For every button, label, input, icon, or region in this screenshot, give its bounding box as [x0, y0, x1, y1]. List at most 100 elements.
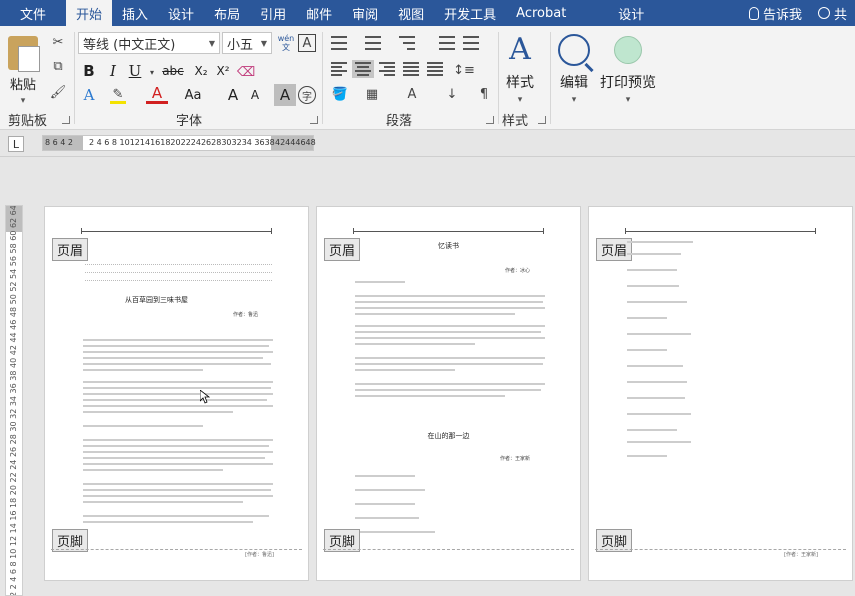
print-preview-icon [614, 36, 642, 64]
text-line [83, 405, 273, 407]
tab-file[interactable]: 文件 [0, 0, 66, 26]
text-line [355, 503, 415, 505]
underline-button[interactable]: U [124, 60, 146, 82]
subscript-button[interactable]: X₂ [190, 60, 212, 82]
chevron-down-icon: ▾ [20, 96, 26, 106]
multilevel-list-icon[interactable] [396, 34, 418, 52]
decrease-indent-icon[interactable] [436, 34, 458, 52]
copy-icon[interactable]: ⧉ [50, 58, 66, 74]
tab-header-footer-design[interactable]: 设计 [602, 0, 660, 26]
chevron-down-icon: ▼ [260, 38, 267, 48]
chinese-layout-icon[interactable]: A [404, 86, 420, 102]
document-page[interactable]: 页眉 页脚 [作者：王家新] [588, 206, 853, 581]
text-line [83, 457, 265, 459]
font-size-combo[interactable]: 小五 ▼ [222, 32, 272, 54]
distributed-icon[interactable] [424, 60, 446, 78]
editing-button[interactable]: 编辑 ▾ [558, 34, 590, 105]
ruler-right-numbers: 42444648 [275, 138, 316, 147]
sort-icon[interactable]: ↓ [444, 86, 460, 102]
character-border-icon[interactable]: A [298, 34, 316, 52]
text-line [627, 269, 677, 271]
cut-icon[interactable]: ✂ [50, 34, 66, 50]
text-line [83, 369, 203, 371]
text-line [627, 429, 677, 431]
bold-button[interactable]: B [78, 60, 100, 82]
font-color-button[interactable]: A [146, 84, 168, 104]
tab-design[interactable]: 设计 [158, 0, 204, 26]
tab-developer[interactable]: 开发工具 [434, 0, 506, 26]
enclose-characters-icon[interactable]: 字 [298, 86, 316, 104]
text-line [83, 445, 269, 447]
text-line [627, 455, 667, 457]
share-button[interactable]: 共 [810, 4, 855, 23]
text-line [83, 425, 203, 427]
align-right-icon[interactable] [376, 60, 398, 78]
text-line [83, 357, 263, 359]
text-line [355, 331, 541, 333]
borders-icon[interactable]: ▦ [364, 86, 380, 102]
styles-launcher-icon[interactable] [538, 116, 546, 124]
document-workspace[interactable]: 页眉 从百草园到三味书屋 作者：鲁迅 页脚 [作者：鲁迅] 页眉 忆读书 作者：… [26, 158, 855, 596]
tab-acrobat[interactable]: Acrobat [506, 0, 576, 26]
align-left-icon[interactable] [328, 60, 350, 78]
header-tag[interactable]: 页眉 [52, 238, 89, 261]
justify-icon[interactable] [400, 60, 422, 78]
text-line [355, 295, 545, 297]
strikethrough-button[interactable]: abc [158, 60, 188, 82]
tab-references[interactable]: 引用 [250, 0, 296, 26]
text-line [355, 301, 543, 303]
highlight-color-icon[interactable]: ✎ [110, 87, 126, 104]
show-marks-icon[interactable]: ¶ [476, 86, 492, 102]
phonetic-guide-icon[interactable]: wén 文 [276, 32, 296, 54]
clear-formatting-icon[interactable]: ⌫ [237, 64, 255, 80]
shading-icon[interactable]: 🪣 [332, 86, 348, 102]
tab-view[interactable]: 视图 [388, 0, 434, 26]
vertical-ruler[interactable]: 2 2 4 6 8 10 12 14 16 18 20 22 24 26 28 … [5, 205, 23, 596]
document-page[interactable]: 页眉 从百草园到三味书屋 作者：鲁迅 页脚 [作者：鲁迅] [44, 206, 309, 581]
footer-line [323, 549, 574, 550]
font-launcher-icon[interactable] [310, 116, 318, 124]
styles-button[interactable]: A 样式 ▾ [506, 32, 534, 105]
text-line [355, 281, 405, 283]
tab-mailings[interactable]: 邮件 [296, 0, 342, 26]
numbering-icon[interactable] [362, 34, 384, 52]
text-line [355, 307, 545, 309]
text-line [355, 337, 545, 339]
text-line [83, 381, 273, 383]
text-line [83, 463, 273, 465]
bullets-icon[interactable] [328, 34, 350, 52]
font-name-combo[interactable]: 等线 (中文正文) ▼ [78, 32, 220, 54]
grow-font-button[interactable]: A [222, 84, 244, 106]
page-author: 作者：鲁迅 [232, 312, 258, 318]
tell-me-button[interactable]: 告诉我 [741, 4, 810, 23]
print-preview-button[interactable]: 打印预览 ▾ [600, 36, 656, 105]
document-page[interactable]: 页眉 忆读书 作者：冰心 在山的那一边 作者：王家新 页脚 [316, 206, 581, 581]
text-line [627, 333, 691, 335]
page-title: 忆读书 [438, 242, 459, 250]
text-line [83, 339, 273, 341]
tab-layout[interactable]: 布局 [204, 0, 250, 26]
italic-button[interactable]: I [102, 60, 124, 82]
clipboard-launcher-icon[interactable] [62, 116, 70, 124]
chevron-down-icon: ▼ [208, 38, 215, 48]
line-spacing-icon[interactable]: ↕≡ [452, 62, 476, 78]
superscript-button[interactable]: X² [212, 60, 234, 82]
format-painter-icon[interactable]: 🖌 [50, 84, 67, 100]
text-line [83, 387, 271, 389]
text-line [627, 241, 693, 243]
align-center-icon[interactable] [352, 60, 374, 78]
text-effects-button[interactable]: A [78, 84, 100, 106]
paragraph-launcher-icon[interactable] [486, 116, 494, 124]
paste-button[interactable]: 粘贴 ▾ [8, 36, 40, 106]
paste-label: 粘贴 [9, 78, 36, 93]
shrink-font-button[interactable]: A [244, 84, 266, 106]
tab-insert[interactable]: 插入 [112, 0, 158, 26]
text-line [83, 411, 233, 413]
increase-indent-icon[interactable] [460, 34, 482, 52]
change-case-button[interactable]: Aa [180, 84, 206, 106]
tab-review[interactable]: 审阅 [342, 0, 388, 26]
horizontal-ruler[interactable]: 8 6 4 2 2 4 6 8 101214161820222426283032… [42, 135, 316, 151]
character-shading-button[interactable]: A [274, 84, 296, 106]
tab-home[interactable]: 开始 [66, 0, 113, 26]
tab-selector[interactable]: L [8, 136, 24, 152]
